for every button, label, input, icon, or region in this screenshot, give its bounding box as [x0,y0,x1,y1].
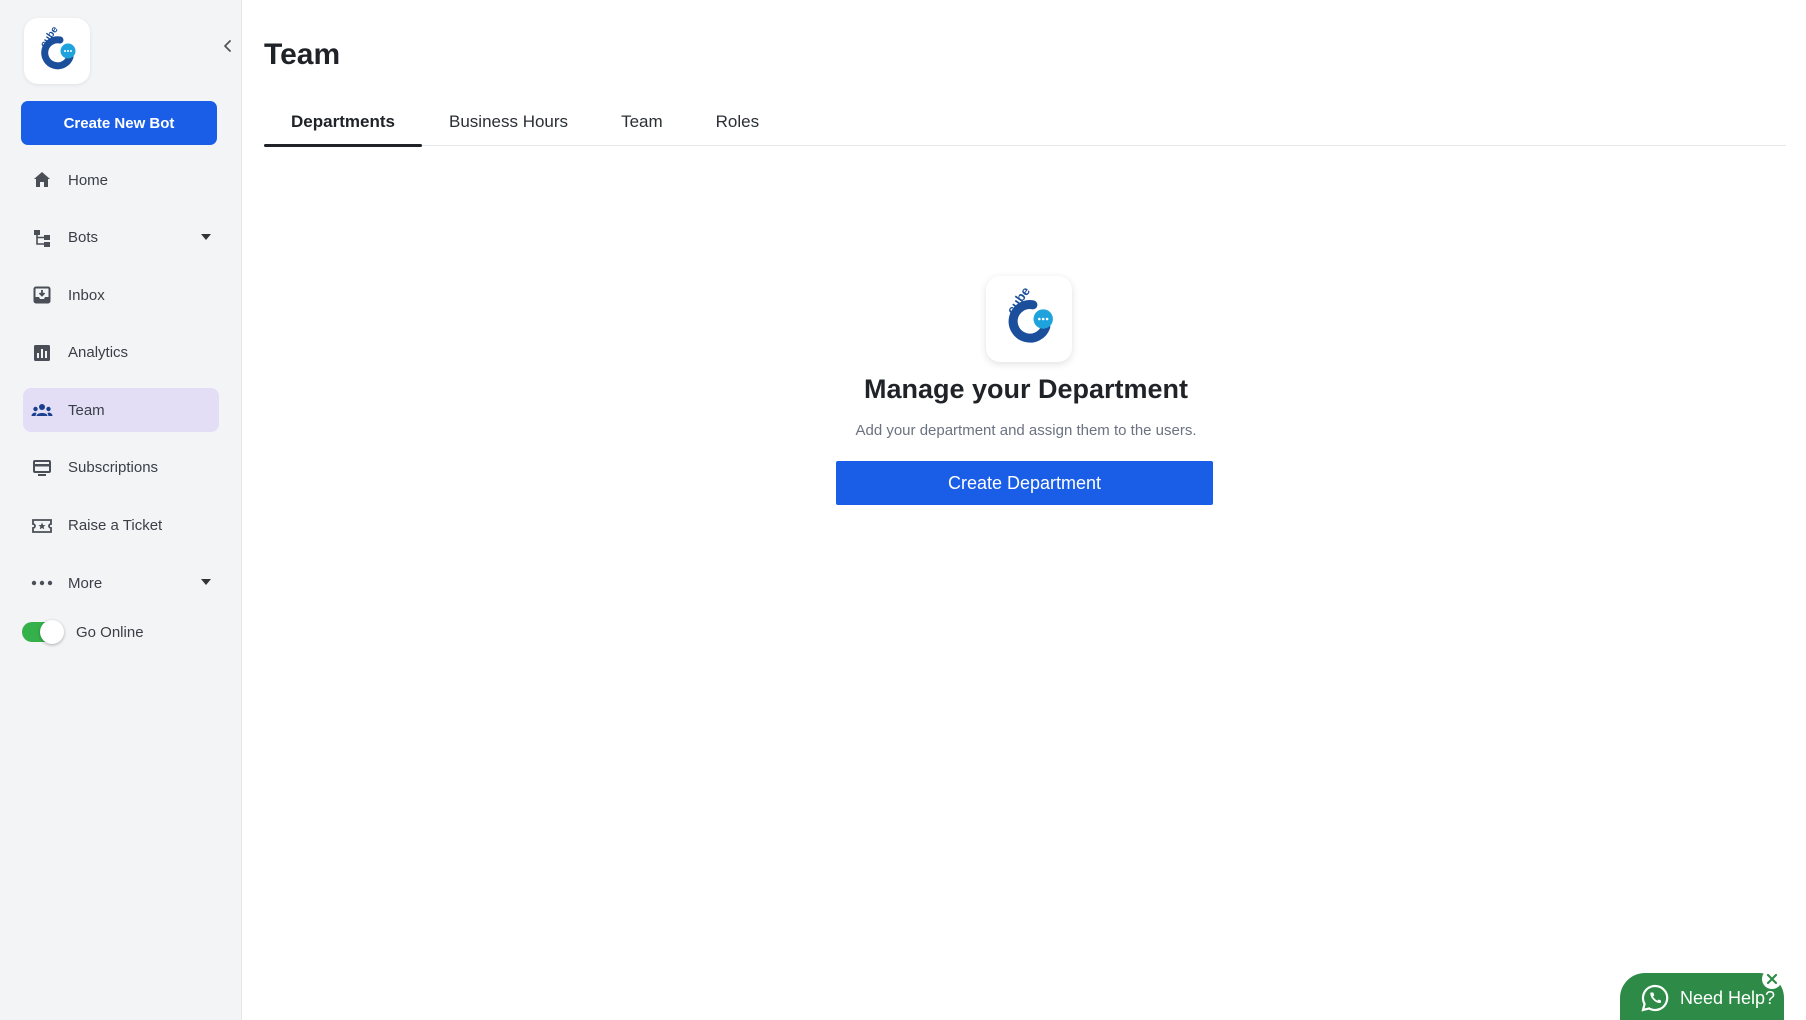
analytics-icon [31,342,53,364]
chevron-left-icon [224,40,231,52]
sidebar-item-analytics[interactable]: Analytics [23,331,219,375]
sidebar-item-label: Bots [68,229,99,247]
tab-label: Roles [715,112,760,131]
whatsapp-icon [1641,984,1669,1012]
create-department-button[interactable]: Create Department [836,461,1213,505]
bots-icon [31,227,53,249]
tab-label: Departments [291,112,395,131]
tab-roles[interactable]: Roles [716,98,759,146]
go-online-toggle[interactable] [22,620,64,644]
sidebar-item-bots[interactable]: Bots [23,216,219,260]
chevron-down-icon[interactable] [201,579,211,586]
sidebar-item-subscriptions[interactable]: Subscriptions [23,446,219,490]
sidebar-item-more[interactable]: More [23,561,219,605]
tab-departments[interactable]: Departments [264,98,422,147]
more-icon [31,572,53,594]
sidebar-nav: Home Bots Inbox Analytics Team Subscript… [23,158,219,619]
sidebar-item-label: Analytics [68,344,129,362]
cube-logo[interactable]: cube [24,18,90,84]
need-help-button[interactable]: Need Help? [1620,973,1784,1020]
cube-logo-icon: cube [1003,288,1053,343]
empty-state-subtitle: Add your department and assign them to t… [855,422,1197,439]
sidebar-item-inbox[interactable]: Inbox [23,273,219,317]
go-online-control: Go Online [22,620,144,644]
tab-bar: Departments Business Hours Team Roles [264,98,1786,147]
sidebar-item-label: Team [68,401,105,419]
create-new-bot-button[interactable]: Create New Bot [21,101,217,145]
tab-label: Team [621,112,663,131]
ticket-icon [31,515,53,537]
sidebar-item-label: Subscriptions [68,459,159,477]
cube-logo-icon: cube [38,27,76,70]
tab-label: Business Hours [449,112,569,131]
chevron-down-icon[interactable] [201,233,211,240]
empty-state-title: Manage your Department [863,374,1189,404]
empty-state-logo: cube [986,276,1072,362]
sidebar-item-raise-ticket[interactable]: Raise a Ticket [23,504,219,548]
home-icon [31,169,53,191]
team-icon [31,399,53,421]
sidebar-item-label: Home [68,171,109,189]
need-help-label: Need Help? [1680,987,1776,1008]
sidebar-item-label: More [68,574,103,592]
close-help-button[interactable] [1762,969,1782,989]
subscriptions-icon [31,457,53,479]
sidebar-item-label: Raise a Ticket [68,517,163,535]
collapse-sidebar-button[interactable] [218,36,238,56]
sidebar-item-team[interactable]: Team [23,388,219,433]
close-icon [1766,973,1778,985]
sidebar-item-label: Inbox [68,286,105,304]
tab-business-hours[interactable]: Business Hours [449,98,568,146]
sidebar: cube Create New Bot Home Bots Inbox Anal… [0,0,242,1020]
sidebar-item-home[interactable]: Home [23,158,219,202]
tab-team[interactable]: Team [621,98,663,146]
inbox-icon [31,284,53,306]
page-title: Team [264,38,341,71]
go-online-label: Go Online [76,623,144,641]
